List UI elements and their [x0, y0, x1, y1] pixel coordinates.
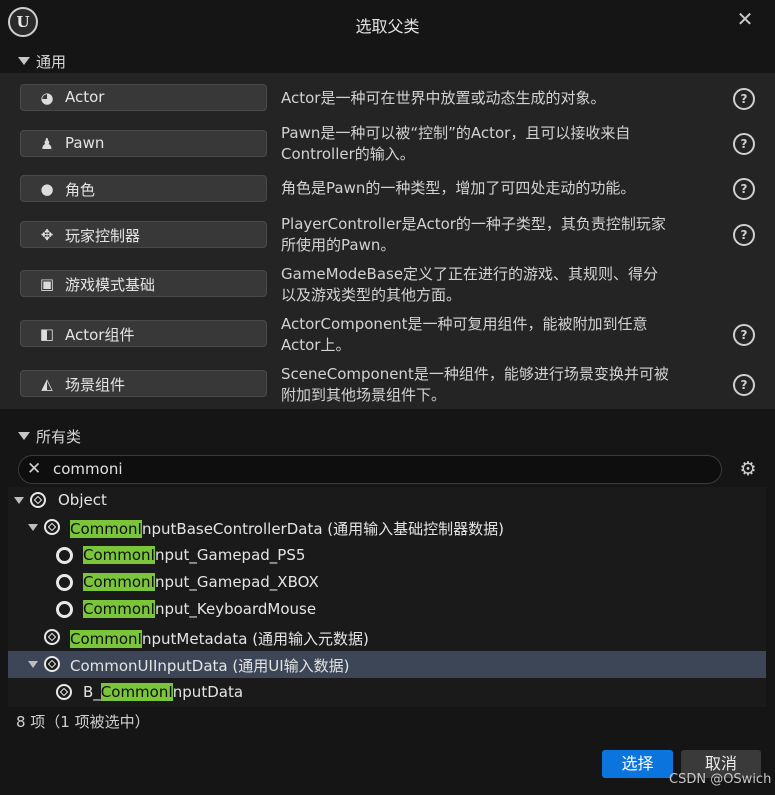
class-description: Actor是一种可在世界中放置或动态生成的对象。 [281, 88, 711, 109]
class-cube-icon [44, 629, 60, 645]
gamepad-icon: ✥ [40, 226, 54, 244]
class-description-line: 附加到其他场景组件下。 [281, 386, 447, 404]
component-icon: ◧ [39, 325, 55, 343]
help-icon[interactable]: ? [733, 374, 755, 396]
tree-row-label: B_CommonInputData [83, 683, 244, 701]
class-button-pawn[interactable]: ♟ Pawn [20, 130, 267, 157]
class-search-input[interactable]: ✕ commoni [18, 455, 722, 484]
common-class-row: ▣ 游戏模式基础 GameModeBase定义了正在进行的游戏、其规则、得分 以… [0, 265, 775, 319]
help-icon[interactable]: ? [733, 88, 755, 110]
tree-row-label: CommonInput_Gamepad_XBOX [83, 573, 319, 591]
clear-search-icon[interactable]: ✕ [27, 459, 41, 479]
class-description-line: Pawn是一种可以被“控制”的Actor，且可以接收来自 [281, 124, 631, 142]
common-class-row: ✥ 玩家控制器 PlayerController是Actor的一种子类型，其负责… [0, 215, 775, 269]
help-icon[interactable]: ? [733, 178, 755, 200]
gear-icon[interactable]: ⚙ [736, 457, 760, 481]
common-section-label: 通用 [36, 53, 67, 71]
class-button-label: 场景组件 [65, 376, 126, 394]
class-button-label: Actor [65, 88, 105, 106]
class-button-label: 游戏模式基础 [65, 276, 156, 294]
tree-row-common-input-metadata[interactable]: CommonInputMetadata (通用输入元数据) [8, 624, 766, 651]
class-cube-icon [44, 656, 60, 672]
class-button-character[interactable]: ● 角色 [20, 175, 267, 202]
class-description-line: 所使用的Pawn。 [281, 236, 396, 254]
expand-arrow-icon[interactable] [28, 661, 38, 668]
all-classes-section-label: 所有类 [36, 428, 82, 446]
class-button-label: Pawn [65, 134, 105, 152]
tree-row-label: CommonInput_Gamepad_PS5 [83, 546, 306, 564]
asset-ring-icon [56, 547, 73, 564]
pawn-icon: ♟ [40, 135, 54, 153]
class-cube-icon [44, 519, 60, 535]
tree-row-common-input-base-controller-data[interactable]: CommonInputBaseControllerData (通用输入基础控制器… [8, 514, 766, 541]
class-description: GameModeBase定义了正在进行的游戏、其规则、得分 以及游戏类型的其他方… [281, 264, 711, 306]
collapse-arrow-icon [18, 57, 30, 65]
class-description-line: ActorComponent是一种可复用组件，能被附加到任意 [281, 315, 648, 333]
class-button-game-mode-base[interactable]: ▣ 游戏模式基础 [20, 270, 267, 297]
class-button-label: 角色 [65, 181, 96, 199]
common-section-header[interactable]: 通用 [0, 47, 775, 75]
class-description-line: GameModeBase定义了正在进行的游戏、其规则、得分 [281, 265, 659, 283]
class-button-label: Actor组件 [65, 326, 135, 344]
help-icon[interactable]: ? [733, 224, 755, 246]
choose-parent-class-dialog: U 选取父类 ✕ 通用 ◕ Actor Actor是一种可在世界中放置或动态生成… [0, 0, 775, 795]
class-description: ActorComponent是一种可复用组件，能被附加到任意 Actor上。 [281, 314, 711, 356]
actor-icon: ◕ [40, 89, 54, 107]
tree-row-common-input-gamepad-ps5[interactable]: CommonInput_Gamepad_PS5 [8, 542, 766, 569]
search-value: commoni [53, 460, 123, 478]
common-class-row: ◧ Actor组件 ActorComponent是一种可复用组件，能被附加到任意… [0, 315, 775, 369]
class-description-line: Actor上。 [281, 336, 351, 354]
class-cube-icon [30, 492, 46, 508]
watermark: CSDN @OSwich [669, 772, 772, 787]
tree-row-common-input-gamepad-xbox[interactable]: CommonInput_Gamepad_XBOX [8, 569, 766, 596]
common-class-row: ♟ Pawn Pawn是一种可以被“控制”的Actor，且可以接收来自 Cont… [0, 123, 775, 173]
class-description-line: Actor是一种可在世界中放置或动态生成的对象。 [281, 89, 606, 107]
class-description-line: 以及游戏类型的其他方面。 [281, 286, 462, 304]
class-description: PlayerController是Actor的一种子类型，其负责控制玩家 所使用… [281, 214, 711, 256]
class-description: 角色是Pawn的一种类型，增加了可四处走动的功能。 [281, 178, 711, 199]
tree-row-label: CommonInput_KeyboardMouse [83, 600, 317, 618]
asset-ring-icon [56, 574, 73, 591]
expand-arrow-icon[interactable] [14, 497, 24, 504]
help-icon[interactable]: ? [733, 133, 755, 155]
class-tree: Object CommonInputBaseControllerData (通用… [8, 487, 766, 707]
tree-row-label: Object [58, 491, 107, 509]
class-description-line: PlayerController是Actor的一种子类型，其负责控制玩家 [281, 215, 666, 233]
character-icon: ● [40, 180, 54, 198]
expand-arrow-icon[interactable] [28, 524, 38, 531]
class-description-line: SceneComponent是一种组件，能够进行场景变换并可被 [281, 365, 669, 383]
class-button-actor[interactable]: ◕ Actor [20, 84, 267, 111]
select-button[interactable]: 选择 [602, 750, 673, 778]
tree-row-b-common-input-data[interactable]: B_CommonInputData [8, 679, 766, 706]
class-cube-icon [56, 684, 72, 700]
tree-row-common-input-keyboard-mouse[interactable]: CommonInput_KeyboardMouse [8, 596, 766, 623]
asset-ring-icon [56, 601, 73, 618]
all-classes-section-header[interactable]: 所有类 [0, 422, 775, 450]
tree-row-label: CommonUIInputData (通用UI输入数据) [70, 657, 350, 675]
class-description-line: Controller的输入。 [281, 145, 415, 163]
tree-row-label: CommonInputMetadata (通用输入元数据) [70, 630, 369, 648]
class-button-actor-component[interactable]: ◧ Actor组件 [20, 320, 267, 347]
scene-component-icon: ◭ [41, 375, 53, 393]
selection-status: 8 项（1 项被选中） [16, 713, 150, 731]
tree-row-object[interactable]: Object [8, 487, 766, 514]
class-button-label: 玩家控制器 [65, 227, 141, 245]
class-button-scene-component[interactable]: ◭ 场景组件 [20, 370, 267, 397]
common-class-row: ◭ 场景组件 SceneComponent是一种组件，能够进行场景变换并可被 附… [0, 365, 775, 419]
tree-row-label: CommonInputBaseControllerData (通用输入基础控制器… [70, 520, 504, 538]
class-description: SceneComponent是一种组件，能够进行场景变换并可被 附加到其他场景组… [281, 364, 711, 406]
common-classes-panel: ◕ Actor Actor是一种可在世界中放置或动态生成的对象。 ? ♟ Paw… [0, 73, 775, 409]
collapse-arrow-icon [18, 432, 30, 440]
help-icon[interactable]: ? [733, 324, 755, 346]
game-mode-icon: ▣ [39, 275, 55, 293]
class-description-line: 角色是Pawn的一种类型，增加了可四处走动的功能。 [281, 179, 636, 197]
class-description: Pawn是一种可以被“控制”的Actor，且可以接收来自 Controller的… [281, 123, 711, 165]
common-class-row: ◕ Actor Actor是一种可在世界中放置或动态生成的对象。 ? [0, 73, 775, 123]
close-icon[interactable]: ✕ [733, 8, 757, 32]
title-bar: U 选取父类 ✕ [0, 0, 775, 46]
tree-row-common-ui-input-data[interactable]: CommonUIInputData (通用UI输入数据) [8, 651, 766, 678]
window-title: 选取父类 [355, 17, 420, 36]
class-button-player-controller[interactable]: ✥ 玩家控制器 [20, 221, 267, 248]
